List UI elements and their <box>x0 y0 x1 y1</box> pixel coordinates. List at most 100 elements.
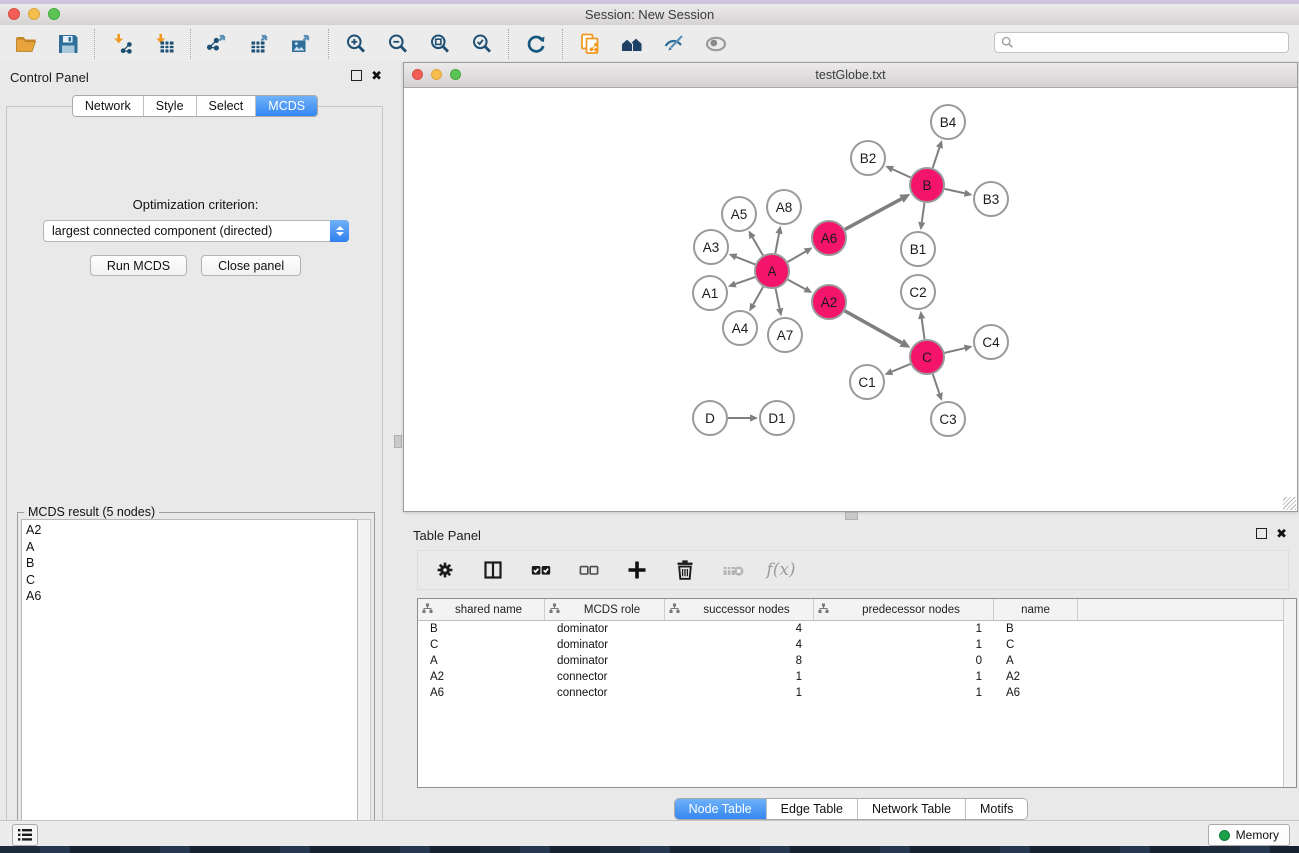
horizontal-splitter-handle[interactable] <box>845 512 858 520</box>
cell-predecessor-nodes[interactable]: 1 <box>814 623 994 635</box>
zoom-fit-icon[interactable] <box>426 30 454 58</box>
cell-shared-name[interactable]: C <box>418 639 545 651</box>
float-panel-icon[interactable] <box>351 70 362 81</box>
mcds-result-item[interactable]: C <box>26 572 357 589</box>
zoom-in-icon[interactable] <box>342 30 370 58</box>
settings-icon[interactable] <box>432 557 458 583</box>
column-header-name[interactable]: name <box>994 599 1078 620</box>
zoom-out-icon[interactable] <box>384 30 412 58</box>
tab-select[interactable]: Select <box>197 96 257 116</box>
tab-node-table[interactable]: Node Table <box>675 799 767 819</box>
column-header-shared-name[interactable]: shared name <box>418 599 545 620</box>
cell-predecessor-nodes[interactable]: 0 <box>814 655 994 667</box>
refresh-icon[interactable] <box>522 30 550 58</box>
cell-shared-name[interactable]: A2 <box>418 671 545 683</box>
cell-MCDS-role[interactable]: dominator <box>545 639 665 651</box>
cell-shared-name[interactable]: A <box>418 655 545 667</box>
import-table-icon[interactable] <box>150 30 178 58</box>
cell-successor-nodes[interactable]: 8 <box>665 655 814 667</box>
add-column-icon[interactable] <box>624 557 650 583</box>
mcds-result-item[interactable]: A <box>26 539 357 556</box>
save-session-icon[interactable] <box>54 30 82 58</box>
mcds-result-item[interactable]: A2 <box>26 522 357 539</box>
graphics-details-icon[interactable] <box>660 30 688 58</box>
mcds-result-item[interactable]: A6 <box>26 588 357 605</box>
export-network-icon[interactable] <box>204 30 232 58</box>
cell-name[interactable]: A <box>994 655 1078 667</box>
edge-A6-B <box>845 199 902 230</box>
birds-eye-icon[interactable] <box>702 30 730 58</box>
export-image-icon[interactable] <box>288 30 316 58</box>
table-row[interactable]: Bdominator41B <box>418 621 1296 637</box>
table-row[interactable]: A6connector11A6 <box>418 685 1296 701</box>
select-all-icon[interactable] <box>528 557 554 583</box>
table-row[interactable]: A2connector11A2 <box>418 669 1296 685</box>
cell-MCDS-role[interactable]: dominator <box>545 623 665 635</box>
window-resize-grip[interactable] <box>1283 497 1296 510</box>
close-panel-button[interactable]: Close panel <box>201 255 301 276</box>
cell-shared-name[interactable]: A6 <box>418 687 545 699</box>
mcds-result-item[interactable]: B <box>26 555 357 572</box>
tab-network-table[interactable]: Network Table <box>858 799 966 819</box>
close-panel-icon[interactable]: ✖ <box>371 70 382 81</box>
tab-network[interactable]: Network <box>73 96 144 116</box>
cell-predecessor-nodes[interactable]: 1 <box>814 671 994 683</box>
panel-splitter[interactable] <box>390 62 403 820</box>
toolbar-group <box>330 30 508 58</box>
splitter-handle[interactable] <box>394 435 402 448</box>
float-table-panel-icon[interactable] <box>1256 528 1267 539</box>
tab-motifs[interactable]: Motifs <box>966 799 1027 819</box>
network-canvas[interactable]: AA1A2A3A4A5A6A7A8BB1B2B3B4CC1C2C3C4DD1 <box>404 88 1297 511</box>
task-history-button[interactable] <box>12 824 38 846</box>
tab-mcds[interactable]: MCDS <box>256 96 317 116</box>
cell-name[interactable]: A2 <box>994 671 1078 683</box>
cell-MCDS-role[interactable]: connector <box>545 687 665 699</box>
deselect-all-icon[interactable] <box>576 557 602 583</box>
search-input[interactable] <box>1019 35 1282 51</box>
run-mcds-button[interactable]: Run MCDS <box>90 255 187 276</box>
cell-name[interactable]: A6 <box>994 687 1078 699</box>
network-graph[interactable]: AA1A2A3A4A5A6A7A8BB1B2B3B4CC1C2C3C4DD1 <box>404 88 1297 511</box>
close-table-panel-icon[interactable]: ✖ <box>1276 528 1287 539</box>
table-panel-title: Table Panel <box>413 528 481 543</box>
mcds-result-list[interactable]: A2ABCA6 <box>21 519 358 848</box>
result-list-scrollbar[interactable] <box>358 519 371 848</box>
cell-MCDS-role[interactable]: connector <box>545 671 665 683</box>
cell-predecessor-nodes[interactable]: 1 <box>814 639 994 651</box>
open-session-icon[interactable] <box>12 30 40 58</box>
tab-style[interactable]: Style <box>144 96 197 116</box>
table-scrollbar[interactable] <box>1283 599 1296 787</box>
edge-C-C2 <box>922 319 925 339</box>
cell-MCDS-role[interactable]: dominator <box>545 655 665 667</box>
duplicate-network-icon[interactable] <box>576 30 604 58</box>
cell-successor-nodes[interactable]: 1 <box>665 687 814 699</box>
cell-name[interactable]: C <box>994 639 1078 651</box>
table-row[interactable]: Cdominator41C <box>418 637 1296 653</box>
column-header-successor-nodes[interactable]: successor nodes <box>665 599 814 620</box>
cell-predecessor-nodes[interactable]: 1 <box>814 687 994 699</box>
cell-successor-nodes[interactable]: 4 <box>665 623 814 635</box>
column-header-predecessor-nodes[interactable]: predecessor nodes <box>814 599 994 620</box>
network-views-icon[interactable] <box>618 30 646 58</box>
export-table-icon[interactable] <box>246 30 274 58</box>
criterion-select[interactable]: largest connected component (directed) <box>43 220 349 242</box>
table-row[interactable]: Adominator80A <box>418 653 1296 669</box>
search-box[interactable] <box>994 32 1289 53</box>
delete-column-icon[interactable] <box>672 557 698 583</box>
columns-icon[interactable] <box>480 557 506 583</box>
column-header-MCDS-role[interactable]: MCDS role <box>545 599 665 620</box>
node-label-C: C <box>922 350 932 365</box>
cell-name[interactable]: B <box>994 623 1078 635</box>
memory-button[interactable]: Memory <box>1208 824 1290 846</box>
cell-successor-nodes[interactable]: 1 <box>665 671 814 683</box>
zoom-selected-icon[interactable] <box>468 30 496 58</box>
criterion-value: largest connected component (directed) <box>44 224 331 238</box>
cell-shared-name[interactable]: B <box>418 623 545 635</box>
hierarchy-icon <box>665 603 680 617</box>
edge-arrowhead <box>918 222 925 230</box>
cell-successor-nodes[interactable]: 4 <box>665 639 814 651</box>
import-network-icon[interactable] <box>108 30 136 58</box>
tab-edge-table[interactable]: Edge Table <box>767 799 858 819</box>
toolbar-group <box>510 30 562 58</box>
edge-A-A8 <box>775 234 779 254</box>
